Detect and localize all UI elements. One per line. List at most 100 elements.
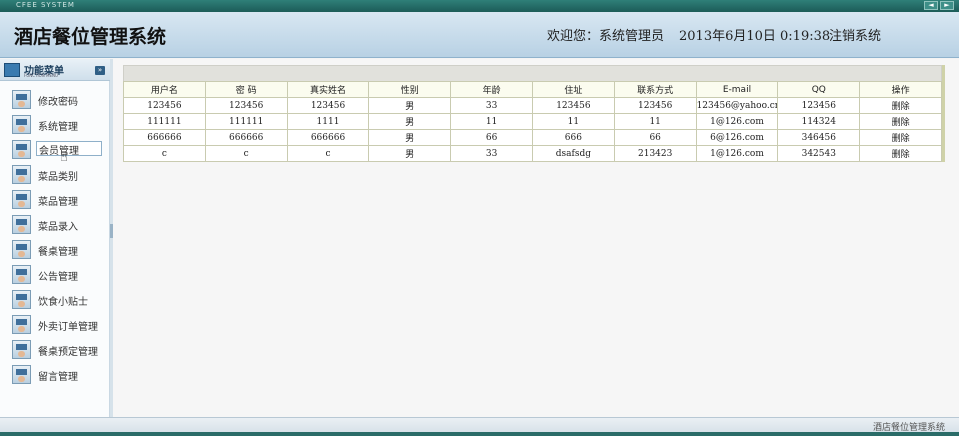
table-row: 111111 111111 1111 男 11 11 11 1@126.com … bbox=[123, 113, 942, 130]
col-password: 密 码 bbox=[204, 81, 288, 98]
user-card-icon bbox=[12, 165, 31, 184]
sidebar-item-label: 外卖订单管理 bbox=[38, 322, 98, 333]
col-username: 用户名 bbox=[123, 81, 206, 98]
sidebar-item-label: 留言管理 bbox=[38, 372, 78, 383]
table-toolbar bbox=[123, 65, 942, 81]
user-card-icon bbox=[12, 140, 31, 159]
cell: 33 bbox=[450, 97, 533, 114]
cell: 11 bbox=[450, 113, 533, 130]
cell: 666666 bbox=[204, 129, 288, 146]
sidebar-item-label: 菜品录入 bbox=[38, 222, 78, 233]
cell: 123456 bbox=[286, 97, 370, 114]
col-email: E-mail bbox=[695, 81, 779, 98]
sidebar-item-change-password[interactable]: 修改密码 bbox=[12, 90, 102, 110]
cell: 666666 bbox=[123, 129, 206, 146]
sidebar-item-diet-tips[interactable]: 饮食小贴士 bbox=[12, 290, 102, 310]
col-real-name: 真实姓名 bbox=[286, 81, 370, 98]
cell: 11 bbox=[531, 113, 615, 130]
sidebar-item-table-reservations[interactable]: 餐桌预定管理 bbox=[12, 340, 102, 360]
cell: 男 bbox=[368, 97, 452, 114]
cell: 213423 bbox=[613, 145, 697, 162]
user-card-icon bbox=[12, 190, 31, 209]
hand-cursor-icon: ☝ bbox=[60, 150, 68, 165]
sidebar-item-messages[interactable]: 留言管理 bbox=[12, 365, 102, 385]
sidebar-item-dish-management[interactable]: 菜品管理 bbox=[12, 190, 102, 210]
sidebar-item-label: 菜品管理 bbox=[38, 197, 78, 208]
cell: 346456 bbox=[777, 129, 861, 146]
menu-subtitle: FUNCTION MENU bbox=[24, 73, 58, 78]
table-row: c c c 男 33 dsafsdg 213423 1@126.com 3425… bbox=[123, 145, 942, 162]
delete-link[interactable]: 删除 bbox=[859, 97, 942, 114]
col-address: 住址 bbox=[531, 81, 615, 98]
col-action: 操作 bbox=[859, 81, 942, 98]
cell: 114324 bbox=[777, 113, 861, 130]
sidebar-item-members[interactable]: 会员管理 bbox=[12, 140, 102, 160]
cell: 123456 bbox=[777, 97, 861, 114]
col-qq: QQ bbox=[777, 81, 861, 98]
sidebar-item-label: 餐桌预定管理 bbox=[38, 347, 98, 358]
sidebar-item-system[interactable]: 系统管理 bbox=[12, 115, 102, 135]
page-header: 酒店餐位管理系统 欢迎您：系统管理员 2013年6月10日 0:19:38 注销… bbox=[0, 12, 959, 58]
cell: 123456 bbox=[613, 97, 697, 114]
cell: 123456 bbox=[123, 97, 206, 114]
user-card-icon bbox=[12, 265, 31, 284]
footer-bar bbox=[0, 432, 959, 436]
cell: 33 bbox=[450, 145, 533, 162]
user-card-icon bbox=[12, 215, 31, 234]
member-table-panel: 用户名 密 码 真实姓名 性别 年龄 住址 联系方式 E-mail QQ 操作 … bbox=[123, 65, 945, 162]
sidebar-item-takeout-orders[interactable]: 外卖订单管理 bbox=[12, 315, 102, 335]
top-strip: CFEE SYSTEM ◄ ► bbox=[0, 0, 959, 12]
cell: 123456 bbox=[204, 97, 288, 114]
app-title: 酒店餐位管理系统 bbox=[14, 26, 167, 48]
sidebar-item-label: 饮食小贴士 bbox=[38, 297, 88, 308]
page-footer: 酒店餐位管理系统 bbox=[0, 417, 959, 436]
user-card-icon bbox=[12, 365, 31, 384]
cell: 123456 bbox=[531, 97, 615, 114]
cell: 111111 bbox=[204, 113, 288, 130]
sidebar-item-label: 餐桌管理 bbox=[38, 247, 78, 258]
user-card-icon bbox=[12, 90, 31, 109]
collapse-icon[interactable]: » bbox=[95, 66, 105, 75]
sidebar-item-announcements[interactable]: 公告管理 bbox=[12, 265, 102, 285]
cell: 666666 bbox=[286, 129, 370, 146]
delete-link[interactable]: 删除 bbox=[859, 145, 942, 162]
cell: c bbox=[286, 145, 370, 162]
sidebar-item-label: 系统管理 bbox=[38, 122, 78, 133]
col-contact: 联系方式 bbox=[613, 81, 697, 98]
cell: c bbox=[204, 145, 288, 162]
table-row: 123456 123456 123456 男 33 123456 123456 … bbox=[123, 97, 942, 114]
cell: 66 bbox=[613, 129, 697, 146]
sidebar-item-dish-category[interactable]: 菜品类别 bbox=[12, 165, 102, 185]
welcome-text: 欢迎您：系统管理员 bbox=[547, 29, 665, 44]
member-table: 用户名 密 码 真实姓名 性别 年龄 住址 联系方式 E-mail QQ 操作 … bbox=[123, 81, 942, 162]
delete-link[interactable]: 删除 bbox=[859, 129, 942, 146]
cell: 66 bbox=[450, 129, 533, 146]
next-arrow-icon[interactable]: ► bbox=[940, 1, 954, 10]
sidebar: 功能菜单 FUNCTION MENU » 修改密码 系统管理 会员管理 菜品类别… bbox=[0, 59, 110, 417]
table-row: 666666 666666 666666 男 66 666 66 6@126.c… bbox=[123, 129, 942, 146]
delete-link[interactable]: 删除 bbox=[859, 113, 942, 130]
cell: 111111 bbox=[123, 113, 206, 130]
sidebar-item-dish-entry[interactable]: 菜品录入 bbox=[12, 215, 102, 235]
datetime-text: 2013年6月10日 0:19:38 bbox=[679, 29, 831, 44]
sidebar-item-label: 菜品类别 bbox=[38, 172, 78, 183]
user-card-icon bbox=[12, 315, 31, 334]
menu-header: 功能菜单 FUNCTION MENU » bbox=[0, 59, 110, 81]
cell: 男 bbox=[368, 145, 452, 162]
user-card-icon bbox=[12, 115, 31, 134]
sidebar-item-label: 修改密码 bbox=[38, 97, 78, 108]
table-header-row: 用户名 密 码 真实姓名 性别 年龄 住址 联系方式 E-mail QQ 操作 bbox=[123, 81, 942, 98]
prev-arrow-icon[interactable]: ◄ bbox=[924, 1, 938, 10]
cell: 123456@yahoo.cn bbox=[695, 97, 779, 114]
cell: 6@126.com bbox=[695, 129, 779, 146]
cell: 666 bbox=[531, 129, 615, 146]
user-card-icon bbox=[12, 240, 31, 259]
logout-link[interactable]: 注销系统 bbox=[829, 25, 881, 44]
cell: 1@126.com bbox=[695, 113, 779, 130]
brand-label: CFEE SYSTEM bbox=[16, 1, 75, 9]
cell: 男 bbox=[368, 129, 452, 146]
user-card-icon bbox=[12, 290, 31, 309]
cell: 1@126.com bbox=[695, 145, 779, 162]
sidebar-item-table-management[interactable]: 餐桌管理 bbox=[12, 240, 102, 260]
col-gender: 性别 bbox=[368, 81, 452, 98]
